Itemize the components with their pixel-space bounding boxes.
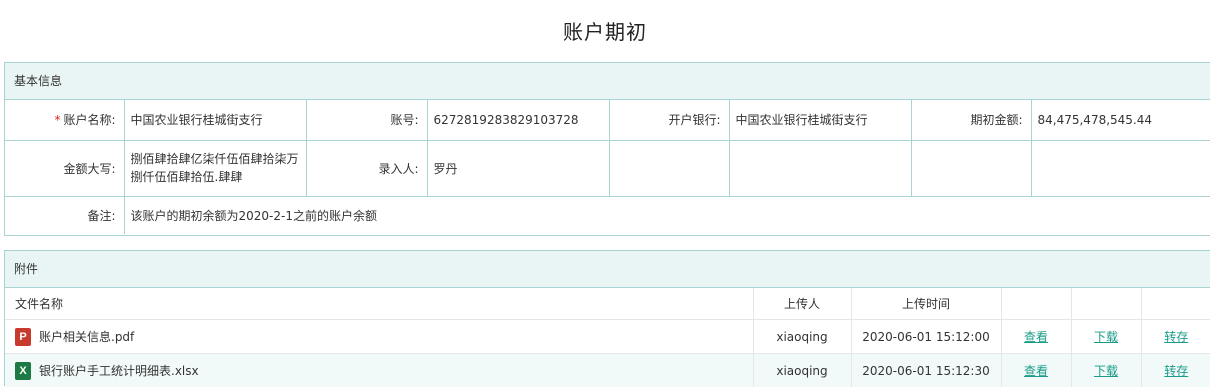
upload-time-cell: 2020-06-01 15:12:30: [851, 353, 1002, 387]
attachments-header-row: 文件名称 上传人 上传时间: [5, 288, 1210, 320]
file-name-cell: P 账户相关信息.pdf: [5, 319, 754, 354]
forward-link[interactable]: 转存: [1164, 364, 1188, 378]
pdf-file-icon: P: [15, 327, 31, 346]
basic-info-section: 基本信息 * 账户名称: 中国农业银行桂城街支行 账号: 627281928382…: [4, 62, 1210, 236]
empty-cell: [609, 140, 730, 197]
account-no-label: 账号:: [306, 100, 428, 141]
opening-amount-value: 84,475,478,545.44: [1031, 100, 1210, 141]
column-header-file-name: 文件名称: [5, 288, 754, 320]
column-header-action: [1071, 288, 1142, 320]
file-name-text: 账户相关信息.pdf: [39, 330, 135, 344]
required-mark: *: [54, 113, 61, 128]
view-link[interactable]: 查看: [1024, 330, 1048, 344]
info-row: 金额大写: 捌佰肆拾肆亿柒仟伍佰肆拾柒万捌仟伍佰肆拾伍.肆肆 录入人: 罗丹: [5, 140, 1210, 197]
account-name-label: * 账户名称:: [5, 100, 125, 141]
attachments-header: 附件: [5, 251, 1210, 288]
download-link[interactable]: 下载: [1094, 330, 1118, 344]
entered-by-label: 录入人:: [306, 140, 428, 197]
uploader-cell: xiaoqing: [753, 319, 852, 354]
amount-words-value: 捌佰肆拾肆亿柒仟伍佰肆拾柒万捌仟伍佰肆拾伍.肆肆: [124, 140, 307, 197]
remark-value: 该账户的期初余额为2020-2-1之前的账户余额: [130, 208, 377, 223]
info-row: * 账户名称: 中国农业银行桂城街支行 账号: 62728192838291037…: [5, 100, 1210, 141]
opening-amount-label: 期初金额:: [911, 100, 1032, 141]
excel-file-icon: X: [15, 361, 31, 380]
table-row: X 银行账户手工统计明细表.xlsx xiaoqing 2020-06-01 1…: [5, 353, 1210, 388]
column-header-uploader: 上传人: [753, 288, 852, 320]
remark-label: 备注:: [5, 196, 125, 234]
view-cell: 查看: [1001, 353, 1072, 387]
forward-cell: 转存: [1141, 319, 1210, 354]
page-title: 账户期初: [563, 20, 647, 44]
column-header-upload-time: 上传时间: [851, 288, 1002, 320]
column-header-action: [1141, 288, 1210, 320]
amount-words-label: 金额大写:: [5, 140, 125, 197]
download-cell: 下载: [1071, 353, 1142, 387]
upload-time-cell: 2020-06-01 15:12:00: [851, 319, 1002, 354]
file-name[interactable]: P 账户相关信息.pdf: [15, 327, 135, 346]
bank-label: 开户银行:: [609, 100, 730, 141]
view-cell: 查看: [1001, 319, 1072, 354]
file-name-cell: X 银行账户手工统计明细表.xlsx: [5, 353, 754, 387]
attachments-table: 文件名称 上传人 上传时间 P 账户相关信息.pdf xiaoqing 2020…: [5, 288, 1210, 387]
download-cell: 下载: [1071, 319, 1142, 354]
empty-cell: [1031, 140, 1210, 197]
empty-cell: [729, 140, 912, 197]
account-name-value: 中国农业银行桂城街支行: [124, 100, 307, 141]
uploader-cell: xiaoqing: [753, 353, 852, 387]
file-name-text: 银行账户手工统计明细表.xlsx: [39, 364, 199, 378]
entered-by-value: 罗丹: [427, 140, 610, 197]
file-name[interactable]: X 银行账户手工统计明细表.xlsx: [15, 361, 199, 380]
column-header-action: [1001, 288, 1072, 320]
forward-link[interactable]: 转存: [1164, 330, 1188, 344]
bank-value: 中国农业银行桂城街支行: [729, 100, 912, 141]
table-row: P 账户相关信息.pdf xiaoqing 2020-06-01 15:12:0…: [5, 319, 1210, 354]
download-link[interactable]: 下载: [1094, 364, 1118, 378]
basic-info-header: 基本信息: [5, 63, 1210, 100]
view-link[interactable]: 查看: [1024, 364, 1048, 378]
basic-info-table: * 账户名称: 中国农业银行桂城街支行 账号: 62728192838291037…: [5, 100, 1210, 234]
forward-cell: 转存: [1141, 354, 1210, 388]
attachments-section: 附件 文件名称 上传人 上传时间 P 账户相关信息.pdf xiaoqing 2…: [4, 250, 1210, 387]
info-row: 备注: 该账户的期初余额为2020-2-1之前的账户余额: [5, 196, 1210, 234]
empty-cell: [911, 140, 1032, 197]
account-no-value: 6272819283829103728: [427, 100, 610, 141]
account-opening-page: 账户期初 基本信息 * 账户名称: 中国农业银行桂城街支行 账号: 6272819…: [0, 0, 1210, 388]
